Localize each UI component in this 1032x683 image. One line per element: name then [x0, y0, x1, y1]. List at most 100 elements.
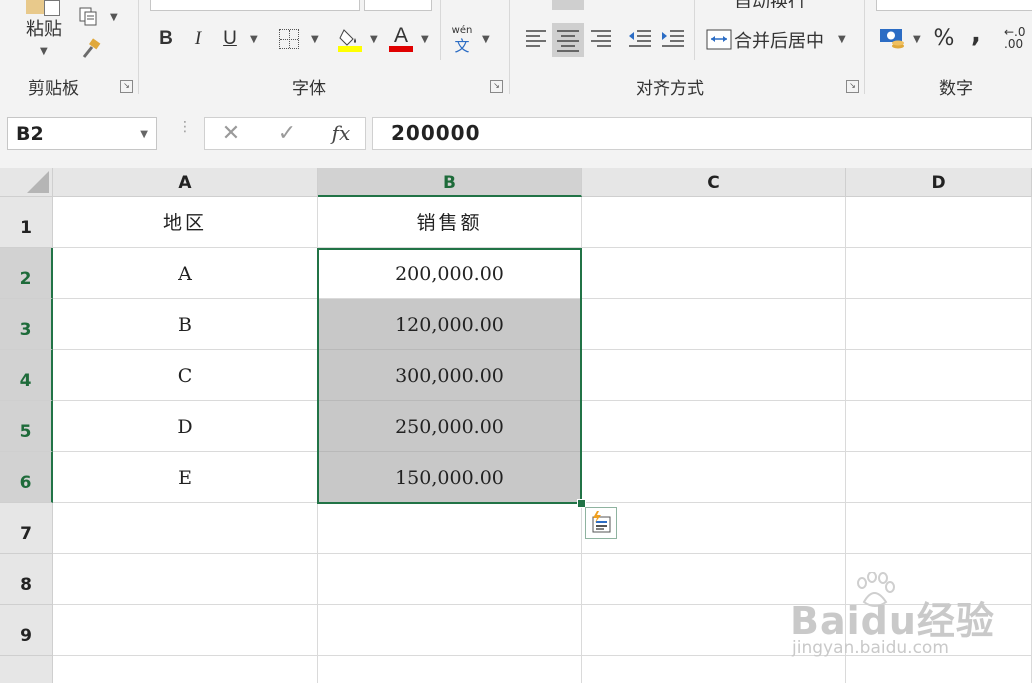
- cell-d6[interactable]: [846, 452, 1032, 503]
- row-header-6[interactable]: 6: [0, 452, 53, 503]
- alignment-launcher-icon[interactable]: ↘: [846, 80, 859, 93]
- cell-a2[interactable]: A: [53, 248, 318, 299]
- column-header-a[interactable]: A: [53, 168, 318, 197]
- cell-c3[interactable]: [582, 299, 846, 350]
- cell-c4[interactable]: [582, 350, 846, 401]
- cell-d1[interactable]: [846, 197, 1032, 248]
- formula-bar-grip-icon[interactable]: ⋮: [178, 120, 192, 144]
- row-header-1[interactable]: 1: [0, 197, 53, 248]
- formula-input[interactable]: 200000: [372, 117, 1032, 150]
- merge-center-button[interactable]: 合并后居中 ▼: [704, 26, 854, 54]
- clipboard-launcher-icon[interactable]: ↘: [120, 80, 133, 93]
- font-launcher-icon[interactable]: ↘: [490, 80, 503, 93]
- cell-a6[interactable]: E: [53, 452, 318, 503]
- currency-icon[interactable]: [878, 26, 908, 52]
- formula-buttons: ✕ ✓ fx: [204, 117, 366, 150]
- fill-color-dropdown-icon[interactable]: ▼: [370, 34, 378, 45]
- cell-a10[interactable]: [53, 656, 318, 683]
- watermark-url: jingyan.baidu.com: [792, 638, 949, 658]
- currency-dropdown-icon[interactable]: ▼: [913, 34, 921, 45]
- row-header-3[interactable]: 3: [0, 299, 53, 350]
- cell-b4[interactable]: 300,000.00: [318, 350, 582, 401]
- cell-a3[interactable]: B: [53, 299, 318, 350]
- row-header-5[interactable]: 5: [0, 401, 53, 452]
- format-painter-icon[interactable]: [80, 38, 102, 60]
- enter-entry-button[interactable]: ✓: [271, 118, 303, 149]
- increase-decimal-button[interactable]: ←.0 .00: [1004, 26, 1032, 54]
- column-header-b[interactable]: B: [318, 168, 582, 197]
- cell-b1[interactable]: 销售额: [318, 197, 582, 248]
- quick-analysis-button[interactable]: [585, 507, 617, 539]
- name-box-dropdown-icon[interactable]: ▼: [140, 118, 148, 151]
- underline-dropdown-icon[interactable]: ▼: [250, 34, 258, 45]
- decrease-indent-icon[interactable]: [627, 26, 653, 52]
- row-header-9[interactable]: 9: [0, 605, 53, 656]
- fill-color-icon[interactable]: [338, 26, 362, 52]
- select-all-button[interactable]: [0, 168, 53, 197]
- cancel-entry-button[interactable]: ✕: [215, 118, 247, 149]
- percent-button[interactable]: %: [930, 27, 958, 51]
- name-box[interactable]: B2 ▼: [7, 117, 157, 150]
- cell-b5[interactable]: 250,000.00: [318, 401, 582, 452]
- copy-dropdown-icon[interactable]: ▼: [110, 12, 118, 23]
- bold-button[interactable]: B: [154, 27, 178, 51]
- comma-button[interactable]: ,: [966, 21, 986, 47]
- cell-a7[interactable]: [53, 503, 318, 554]
- cell-b2[interactable]: 200,000.00: [318, 248, 582, 299]
- row-header-7[interactable]: 7: [0, 503, 53, 554]
- paste-button[interactable]: 粘贴: [22, 18, 66, 42]
- cell-c6[interactable]: [582, 452, 846, 503]
- cell-b3[interactable]: 120,000.00: [318, 299, 582, 350]
- row-header-10[interactable]: [0, 656, 53, 683]
- cell-d4[interactable]: [846, 350, 1032, 401]
- cell-c2[interactable]: [582, 248, 846, 299]
- cell-a8[interactable]: [53, 554, 318, 605]
- copy-icon[interactable]: [78, 6, 100, 28]
- cell-a9[interactable]: [53, 605, 318, 656]
- cell-c5[interactable]: [582, 401, 846, 452]
- row-header-2[interactable]: 2: [0, 248, 53, 299]
- font-size-dropdown[interactable]: [364, 0, 432, 11]
- column-header-d[interactable]: D: [846, 168, 1032, 197]
- font-group-label: 字体: [292, 79, 326, 99]
- cell-d2[interactable]: [846, 248, 1032, 299]
- cell-a5[interactable]: D: [53, 401, 318, 452]
- underline-button[interactable]: U: [218, 27, 242, 51]
- italic-button[interactable]: I: [186, 27, 210, 51]
- font-name-dropdown[interactable]: [150, 0, 360, 11]
- number-format-dropdown[interactable]: [876, 0, 1032, 11]
- cell-d3[interactable]: [846, 299, 1032, 350]
- cell-a4[interactable]: C: [53, 350, 318, 401]
- cell-d5[interactable]: [846, 401, 1032, 452]
- borders-dropdown-icon[interactable]: ▼: [311, 34, 319, 45]
- merge-dropdown-icon[interactable]: ▼: [838, 34, 846, 45]
- borders-icon[interactable]: [279, 29, 299, 49]
- row-header-4[interactable]: 4: [0, 350, 53, 401]
- increase-indent-icon[interactable]: [660, 26, 686, 52]
- row-header-8[interactable]: 8: [0, 554, 53, 605]
- cell-c1[interactable]: [582, 197, 846, 248]
- top-align-button[interactable]: [552, 0, 584, 10]
- cell-a1[interactable]: 地区: [53, 197, 318, 248]
- font-color-glyph: A: [393, 24, 408, 47]
- cell-b9[interactable]: [318, 605, 582, 656]
- alignment-group-label: 对齐方式: [636, 79, 704, 99]
- paste-dropdown-icon[interactable]: ▼: [40, 46, 48, 57]
- font-color-dropdown-icon[interactable]: ▼: [421, 34, 429, 45]
- phonetic-guide-icon[interactable]: wén 文: [448, 24, 476, 55]
- insert-function-button[interactable]: fx: [325, 118, 357, 149]
- cell-c7[interactable]: [582, 503, 846, 554]
- wrap-text-button[interactable]: 自动换行: [704, 0, 824, 8]
- align-center-icon[interactable]: [552, 23, 584, 57]
- cell-b7[interactable]: [318, 503, 582, 554]
- cell-b10[interactable]: [318, 656, 582, 683]
- cell-d7[interactable]: [846, 503, 1032, 554]
- phonetic-dropdown-icon[interactable]: ▼: [482, 34, 490, 45]
- font-color-icon[interactable]: A: [389, 24, 413, 52]
- cell-b8[interactable]: [318, 554, 582, 605]
- align-right-icon[interactable]: [589, 26, 613, 52]
- cell-b6[interactable]: 150,000.00: [318, 452, 582, 503]
- paste-icon: [24, 0, 64, 16]
- align-left-icon[interactable]: [524, 26, 548, 52]
- column-header-c[interactable]: C: [582, 168, 846, 197]
